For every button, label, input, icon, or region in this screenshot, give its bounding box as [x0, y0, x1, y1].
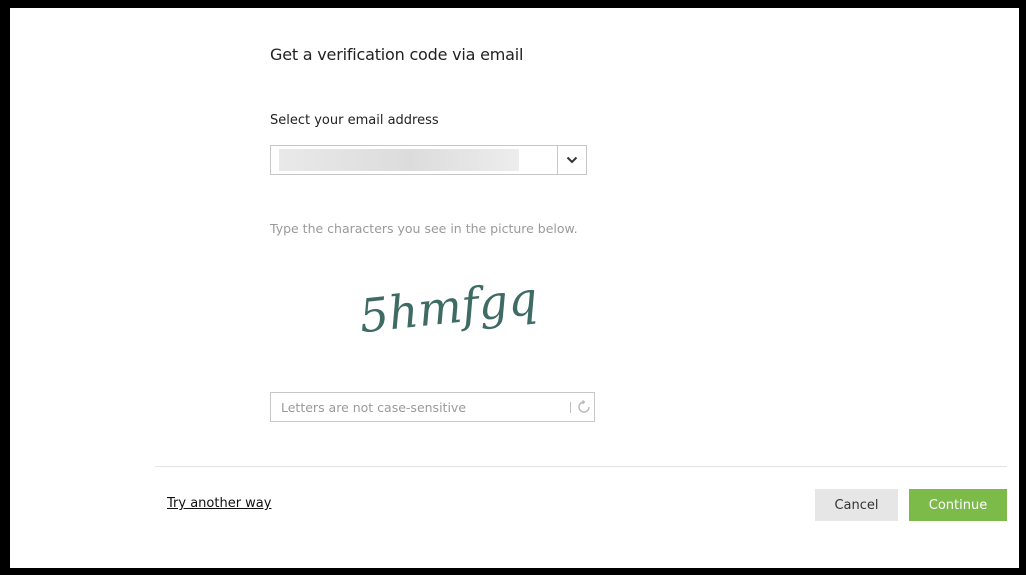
cancel-button[interactable]: Cancel	[815, 489, 898, 521]
captcha-image: 5hmfgq	[357, 271, 540, 343]
refresh-icon[interactable]	[568, 399, 590, 415]
captcha-instructions: Type the characters you see in the pictu…	[270, 221, 578, 236]
chevron-down-icon[interactable]	[557, 146, 586, 174]
captcha-input[interactable]	[271, 393, 561, 421]
continue-button[interactable]: Continue	[909, 489, 1007, 521]
captcha-input-wrapper	[270, 392, 595, 422]
page-title: Get a verification code via email	[270, 45, 524, 64]
footer-divider	[155, 466, 1007, 467]
try-another-way-link[interactable]: Try another way	[167, 496, 271, 511]
email-select-label: Select your email address	[270, 113, 439, 128]
refresh-divider	[570, 402, 571, 413]
email-select[interactable]	[270, 145, 587, 175]
email-select-value-redacted	[279, 149, 519, 171]
verification-dialog: Get a verification code via email Select…	[10, 8, 1019, 568]
captcha-text: 5hmfgq	[357, 271, 540, 343]
